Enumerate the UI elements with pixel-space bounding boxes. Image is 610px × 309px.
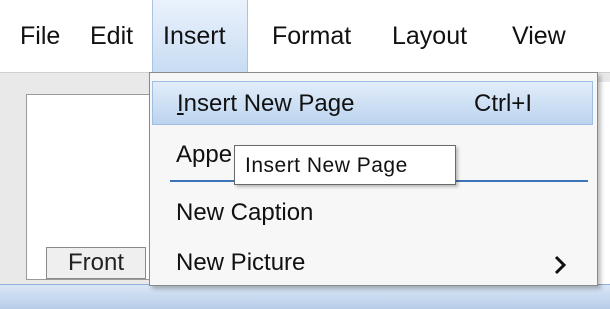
menu-edit[interactable]: Edit: [80, 0, 143, 72]
menu-file[interactable]: File: [10, 0, 70, 72]
tooltip: Insert New Page: [234, 145, 456, 185]
menu-item-label: Appe: [176, 141, 233, 168]
menu-view[interactable]: View: [502, 0, 576, 72]
menu-layout[interactable]: Layout: [382, 0, 477, 72]
menu-item-new-picture[interactable]: New Picture: [152, 241, 593, 285]
menu-item-insert-new-page[interactable]: Insert New Page Ctrl+I: [152, 81, 593, 125]
menu-insert[interactable]: Insert: [152, 0, 248, 72]
menu-item-new-caption[interactable]: New Caption: [152, 191, 593, 235]
menu-item-label: Insert New Page: [177, 90, 355, 117]
shortcut-label: Ctrl+I: [473, 90, 532, 117]
chevron-right-icon: [553, 241, 567, 285]
menu-item-label: New Picture: [176, 249, 306, 276]
menu-item-label: New Caption: [176, 199, 314, 226]
status-strip: [0, 284, 610, 309]
menu-format[interactable]: Format: [262, 0, 361, 72]
front-tab[interactable]: Front: [46, 247, 146, 279]
menu-bar: File Edit Insert Format Layout View: [0, 0, 610, 73]
